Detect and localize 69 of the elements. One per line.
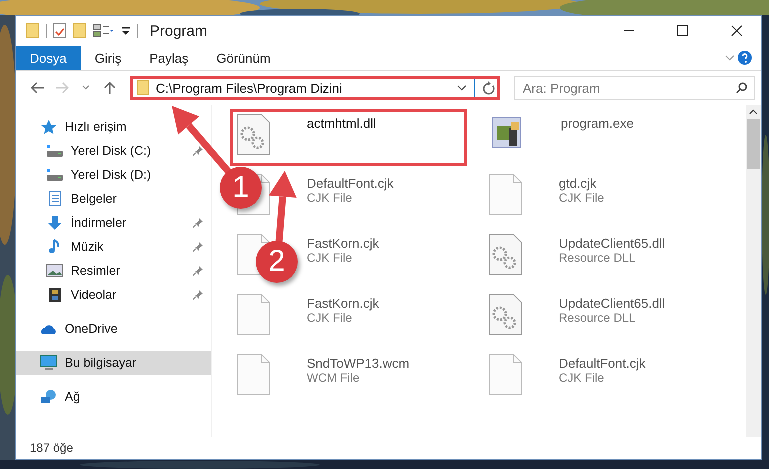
sidebar-item[interactable]: Hızlı erişim xyxy=(16,115,211,139)
sidebar-item[interactable]: Resimler xyxy=(16,259,211,283)
file-icon xyxy=(489,174,523,216)
file-icon xyxy=(489,354,523,396)
settings-file-icon xyxy=(489,294,523,336)
file-type: Resource DLL xyxy=(559,311,637,325)
properties-icon[interactable] xyxy=(53,23,67,39)
ribbon-tab[interactable]: Paylaş xyxy=(136,46,203,70)
up-arrow-icon xyxy=(104,81,116,95)
scroll-thumb[interactable] xyxy=(747,119,760,169)
file-name[interactable]: DefaultFont.cjk xyxy=(307,176,394,191)
settings-file-icon xyxy=(237,114,271,156)
network-icon xyxy=(40,389,58,405)
item-count: 187 öğe xyxy=(30,441,74,455)
file-icon xyxy=(237,294,271,336)
file-name[interactable]: FastKorn.cjk xyxy=(307,236,380,251)
sidebar-item[interactable]: Videolar xyxy=(16,283,211,307)
sidebar-item[interactable]: Ağ xyxy=(16,385,211,409)
customize-icon[interactable] xyxy=(121,25,131,37)
search-box[interactable]: Ara: Program xyxy=(514,76,755,100)
maximize-icon xyxy=(677,25,689,37)
file-name[interactable]: UpdateClient65.dll xyxy=(559,236,666,251)
sidebar-item[interactable]: Müzik xyxy=(16,235,211,259)
folder-icon xyxy=(137,80,150,96)
left-arrow-icon xyxy=(31,82,45,94)
download-icon xyxy=(46,215,64,231)
file-type: CJK File xyxy=(307,311,354,325)
sidebar-item[interactable]: Bu bilgisayar xyxy=(16,351,211,375)
file-name[interactable]: DefaultFont.cjk xyxy=(559,356,646,371)
view-icon[interactable] xyxy=(93,23,115,39)
file-name[interactable]: UpdateClient65.dll xyxy=(559,296,666,311)
file-type: CJK File xyxy=(559,371,606,385)
picture-icon xyxy=(46,263,64,279)
sidebar-item[interactable]: Belgeler xyxy=(16,187,211,211)
window-title: Program xyxy=(150,22,209,40)
file-name[interactable]: FastKorn.cjk xyxy=(307,296,380,311)
computer-icon xyxy=(40,355,58,371)
file-type: CJK File xyxy=(559,191,604,205)
search-icon xyxy=(736,82,748,94)
refresh-icon[interactable] xyxy=(481,80,497,96)
file-name[interactable]: program.exe xyxy=(561,116,634,131)
film-icon xyxy=(46,287,64,303)
close-icon xyxy=(731,25,743,37)
ribbon-tab[interactable]: Giriş xyxy=(80,46,136,70)
file-type: CJK File xyxy=(307,251,354,265)
file-name: actmhtml.dll xyxy=(307,116,376,131)
file-item[interactable]: actmhtml.dll xyxy=(230,109,467,166)
folder-icon xyxy=(26,23,40,39)
drive-icon xyxy=(46,167,64,183)
chevron-down-icon xyxy=(82,85,90,91)
sidebar-item[interactable]: Yerel Disk (C:) xyxy=(16,139,211,163)
star-icon xyxy=(40,119,58,135)
ribbon-tab[interactable]: Dosya xyxy=(16,46,81,70)
file-type: CJK File xyxy=(307,191,354,205)
settings-file-icon xyxy=(489,234,523,276)
file-type: WCM File xyxy=(307,371,361,385)
sidebar-item[interactable]: OneDrive xyxy=(16,317,211,341)
address-path: C:\Program Files\Program Dizini xyxy=(156,80,344,96)
sidebar-item[interactable]: İndirmeler xyxy=(16,211,211,235)
ribbon-tab[interactable]: Görünüm xyxy=(202,46,285,70)
sidebar-item[interactable]: Yerel Disk (D:) xyxy=(16,163,211,187)
file-type: Resource DLL xyxy=(559,251,637,265)
address-bar[interactable]: C:\Program Files\Program Dizini xyxy=(130,76,500,100)
file-name[interactable]: gtd.cjk xyxy=(559,176,604,191)
drive-icon xyxy=(46,143,64,159)
dropdown-icon[interactable] xyxy=(456,83,468,93)
file-icon xyxy=(237,354,271,396)
file-name[interactable]: SndToWP13.wcm xyxy=(307,356,410,371)
right-arrow-icon xyxy=(55,82,69,94)
